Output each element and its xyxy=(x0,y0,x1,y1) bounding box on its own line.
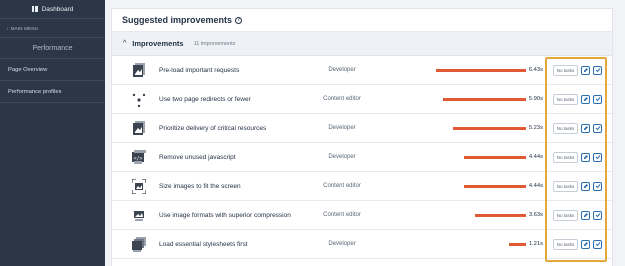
assign-task-icon[interactable] xyxy=(593,210,602,220)
suggested-improvements-card: Suggested improvements ? ^ Improvements … xyxy=(111,8,614,266)
improvement-role: Content editor xyxy=(323,212,361,218)
assign-task-icon[interactable] xyxy=(593,239,602,249)
impact-value: 5.90s xyxy=(528,96,543,102)
no-tasks-button[interactable]: No tasks xyxy=(553,64,578,76)
impact-bar xyxy=(436,68,526,72)
assign-task-icon[interactable] xyxy=(593,123,602,133)
no-tasks-button[interactable]: No tasks xyxy=(553,93,578,105)
card-title-text: Suggested improvements xyxy=(122,15,233,25)
sidebar-item-label: Performance profiles xyxy=(8,88,62,95)
impact-value: 4.44s xyxy=(528,183,543,189)
dashboard-label: Dashboard xyxy=(41,5,74,13)
sidebar: Dashboard ‹ MAIN MENU Performance Page O… xyxy=(0,0,105,266)
page-stack-icon xyxy=(132,63,146,78)
improvement-row[interactable]: Use two page redirects or fewer Content e… xyxy=(112,85,614,114)
no-tasks-button[interactable]: No tasks xyxy=(553,180,578,192)
main-menu-back[interactable]: ‹ MAIN MENU xyxy=(0,19,105,37)
improvement-title[interactable]: Load essential stylesheets first xyxy=(159,241,248,248)
sidebar-item-page-overview[interactable]: Page Overview xyxy=(0,59,105,81)
help-icon[interactable]: ? xyxy=(235,16,243,24)
improvement-row[interactable]: Size images to fit the screen Content edi… xyxy=(112,172,614,201)
no-tasks-button[interactable]: No tasks xyxy=(553,238,578,250)
edit-task-icon[interactable] xyxy=(581,239,590,249)
impact-bar xyxy=(475,213,526,217)
improvement-row[interactable]: Prioritize delivery of critical resource… xyxy=(112,114,614,143)
edit-task-icon[interactable] xyxy=(581,65,590,75)
impact-bar xyxy=(464,155,526,159)
improvement-role: Developer xyxy=(328,67,356,73)
edit-task-icon[interactable] xyxy=(581,152,590,162)
improvement-role: Developer xyxy=(328,154,356,160)
group-count: 11 improvements xyxy=(193,40,236,47)
group-title: Improvements xyxy=(132,39,184,48)
improvement-role: Content editor xyxy=(323,96,361,102)
edit-task-icon[interactable] xyxy=(581,210,590,220)
impact-bar xyxy=(453,126,526,130)
sidebar-item-label: Page Overview xyxy=(8,66,48,73)
edit-task-icon[interactable] xyxy=(581,123,590,133)
image-resize-icon xyxy=(131,178,147,195)
impact-value: 4.44s xyxy=(528,154,543,160)
chevron-left-icon: ‹ xyxy=(7,25,9,31)
impact-bar xyxy=(464,184,526,188)
no-tasks-button[interactable]: No tasks xyxy=(553,122,578,134)
assign-task-icon[interactable] xyxy=(593,152,602,162)
edit-task-icon[interactable] xyxy=(581,94,590,104)
impact-bar xyxy=(443,97,526,101)
improvement-role: Developer xyxy=(328,241,356,247)
edit-task-icon[interactable] xyxy=(581,181,590,191)
main-menu-label: MAIN MENU xyxy=(10,25,39,31)
no-tasks-button[interactable]: No tasks xyxy=(553,151,578,163)
sidebar-item-performance-profiles[interactable]: Performance profiles xyxy=(0,81,105,103)
redirect-dots-icon xyxy=(132,92,146,108)
browser-code-icon: </> xyxy=(132,150,146,165)
no-tasks-button[interactable]: No tasks xyxy=(553,209,578,221)
improvement-row[interactable]: Use image formats with superior compress… xyxy=(112,201,614,230)
improvement-title[interactable]: Prioritize delivery of critical resource… xyxy=(159,125,266,132)
dashboard-link[interactable]: Dashboard xyxy=(0,0,105,18)
impact-value: 5.23s xyxy=(528,125,543,131)
image-format-icon xyxy=(132,208,146,223)
dashboard-grid-icon xyxy=(31,6,38,12)
stylesheet-stack-icon xyxy=(132,237,146,252)
improvement-title[interactable]: Size images to fit the screen xyxy=(159,183,241,190)
improvement-row[interactable]: Load essential stylesheets first Develope… xyxy=(112,230,614,259)
improvement-row[interactable]: </> Remove unused javascript Developer 4.44… xyxy=(112,143,614,172)
improvement-title[interactable]: Pre-load important requests xyxy=(159,67,239,74)
impact-value: 3.63s xyxy=(528,212,543,218)
card-title: Suggested improvements ? xyxy=(112,9,612,32)
svg-text:</>: </> xyxy=(133,156,142,162)
impact-value: 6.43s xyxy=(528,67,543,73)
impact-value: 1.21s xyxy=(528,241,543,247)
page-stack-icon xyxy=(132,121,146,136)
improvement-title[interactable]: Remove unused javascript xyxy=(159,154,236,161)
improvements-group-header[interactable]: ^ Improvements 11 improvements xyxy=(112,32,612,56)
improvement-title[interactable]: Use two page redirects or fewer xyxy=(159,96,251,103)
improvement-role: Content editor xyxy=(323,183,361,189)
assign-task-icon[interactable] xyxy=(593,181,602,191)
sidebar-section-title: Performance xyxy=(32,44,73,52)
assign-task-icon[interactable] xyxy=(593,94,602,104)
improvement-title[interactable]: Use image formats with superior compress… xyxy=(159,212,291,219)
improvement-row[interactable]: Pre-load important requests Developer 6.43… xyxy=(112,56,614,85)
assign-task-icon[interactable] xyxy=(593,65,602,75)
impact-bar xyxy=(509,242,526,246)
improvement-role: Developer xyxy=(328,125,356,131)
chevron-up-icon[interactable]: ^ xyxy=(123,40,126,47)
